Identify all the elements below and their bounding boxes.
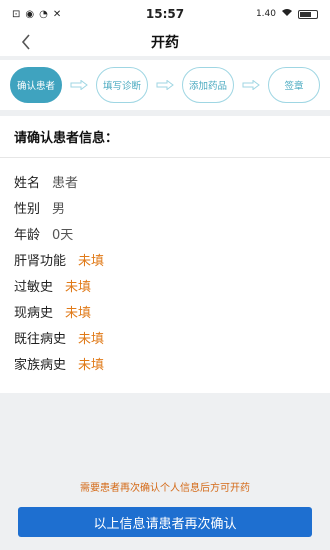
info-label: 姓名 [14,175,41,191]
info-label: 家族病史 [14,357,67,373]
info-row-gender: 性别 男 [14,194,316,220]
confirm-button[interactable]: 以上信息请患者再次确认 [18,507,312,537]
info-label: 既往病史 [14,331,67,347]
confirm-notice: 需要患者再次确认个人信息后方可开药 [80,483,250,494]
arrow-right-icon [62,80,96,90]
wifi-icon [281,8,293,20]
step-signature[interactable]: 签章 [268,67,320,103]
step-diagnosis[interactable]: 填写诊断 [96,67,148,103]
info-row-name: 姓名 患者 [14,168,316,194]
back-button[interactable] [14,30,38,54]
page-title: 开药 [151,35,179,51]
info-label: 现病史 [14,305,54,321]
step-confirm-patient[interactable]: 确认患者 [10,67,62,103]
info-row-family-history[interactable]: 家族病史 未填 [14,350,316,376]
info-value: 未填 [78,357,105,373]
status-icons-left: ⊡ ◉ ◔ ✕ [12,9,61,20]
info-row-liver-kidney[interactable]: 肝肾功能 未填 [14,246,316,272]
step-label: 添加药品 [188,81,227,92]
step-add-medicine[interactable]: 添加药品 [182,67,234,103]
info-row-age: 年龄 0天 [14,220,316,246]
step-label: 签章 [284,81,304,92]
info-value: 患者 [52,175,79,191]
info-row-present-illness[interactable]: 现病史 未填 [14,298,316,324]
tools-icon: ✕ [52,8,62,20]
info-value: 男 [52,201,66,217]
network-speed: 1.40 [255,9,276,19]
chevron-left-icon [21,34,30,50]
status-bar: ⊡ ◉ ◔ ✕ 15:57 1.40 [0,0,330,28]
info-label: 过敏史 [14,279,54,295]
step-label: 填写诊断 [102,81,141,92]
info-value: 未填 [78,331,105,347]
info-row-past-illness[interactable]: 既往病史 未填 [14,324,316,350]
info-label: 肝肾功能 [14,253,67,269]
patient-info-list: 姓名 患者 性别 男 年龄 0天 肝肾功能 未填 过敏史 未填 现病史 未填 既… [0,158,330,393]
info-value: 未填 [65,305,92,321]
app-icon: ◉ [25,8,35,20]
arrow-right-icon [148,80,182,90]
battery-icon [298,9,318,19]
section-title: 请确认患者信息： [0,116,330,158]
info-label: 年龄 [14,227,41,243]
arrow-right-icon [234,80,268,90]
step-label: 确认患者 [16,81,55,92]
info-value: 未填 [65,279,92,295]
info-value: 未填 [78,253,105,269]
clock-icon: ◔ [39,8,48,20]
info-value: 0天 [52,227,74,243]
info-label: 性别 [14,201,41,217]
step-progress: 确认患者 填写诊断 添加药品 签章 [0,60,330,110]
nav-bar: 开药 [0,28,330,56]
notification-icon: ⊡ [12,8,21,20]
info-row-allergy[interactable]: 过敏史 未填 [14,272,316,298]
status-icons-right: 1.40 [256,8,318,20]
